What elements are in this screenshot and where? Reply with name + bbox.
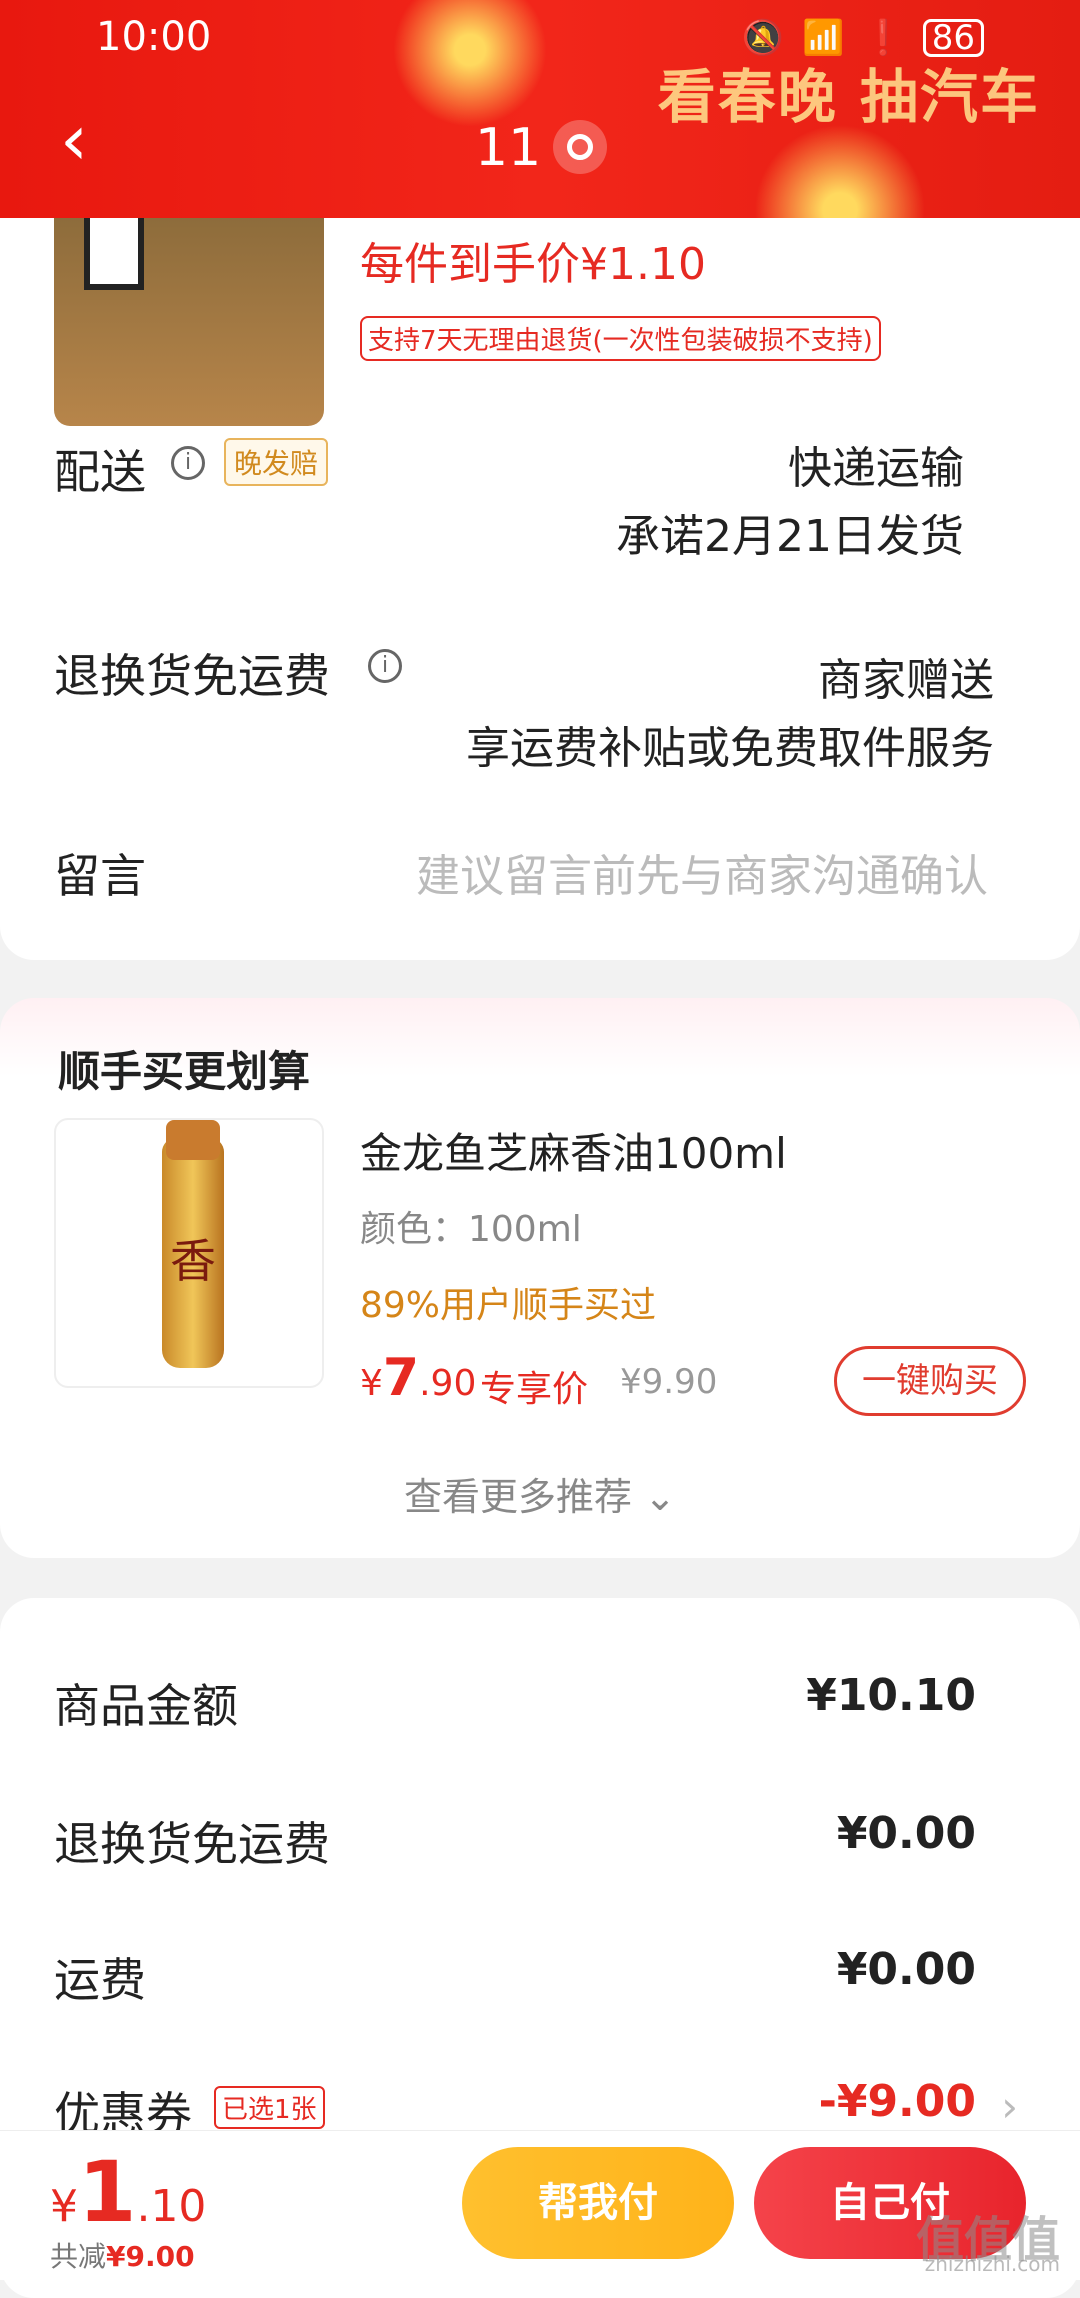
recommend-buyers-rate: 89%用户顺手买过 [360, 1285, 657, 1326]
location-pin-icon[interactable] [553, 120, 607, 174]
more-recommend-link[interactable]: 查看更多推荐 ⌄ [0, 1466, 1080, 1521]
saved-label: 共减 [50, 2240, 107, 2273]
coupon-value[interactable]: -¥9.00 [819, 2076, 976, 2127]
saved-value: ¥9.00 [106, 2240, 195, 2273]
message-input[interactable]: 建议留言前先与商家沟通确认 [416, 840, 988, 904]
freight-value: ¥0.00 [836, 1944, 976, 1995]
coupon-selected-tag: 已选1张 [214, 2086, 325, 2129]
top-header: 10:00 🔕 📶 ❗ 86 看春晚 抽汽车 ‹ 11 [0, 0, 1080, 218]
message-label: 留言 [54, 849, 146, 903]
page-title: 11 [475, 118, 542, 178]
total-price: ¥1.10 [50, 2143, 206, 2241]
exclusive-price-label: 专享价 [480, 1369, 589, 1410]
recommend-product-image[interactable]: 香 [54, 1118, 324, 1388]
saved-amount: 共减¥9.00 [50, 2235, 195, 2275]
promo-banner[interactable]: 看春晚 抽汽车 [658, 50, 1040, 134]
recommend-product-name[interactable]: 金龙鱼芝麻香油100ml [360, 1120, 787, 1181]
watermark-url: zhizhizhi.com [924, 2252, 1060, 2276]
currency-symbol: ¥ [50, 2181, 78, 2232]
one-click-buy-button[interactable]: 一键购买 [834, 1346, 1026, 1416]
return-policy-tag: 支持7天无理由退货(一次性包装破损不支持) [360, 316, 881, 361]
oil-label-text: 香 [170, 1234, 216, 1288]
goods-amount-value: ¥10.10 [806, 1670, 976, 1721]
freight-label: 运费 [54, 1953, 146, 2007]
unit-final-price: 每件到手价¥1.10 [360, 239, 706, 290]
recommend-title: 顺手买更划算 [58, 1047, 311, 1096]
status-time: 10:00 [96, 14, 212, 60]
friend-pay-button[interactable]: 帮我付 [462, 2147, 734, 2259]
return-fee-value: ¥0.00 [836, 1808, 976, 1859]
currency-symbol: ¥ [360, 1363, 383, 1404]
recommend-product-spec: 颜色：100ml [360, 1209, 582, 1250]
total-dec: .10 [136, 2181, 207, 2232]
return-fee-label: 退换货免运费 [54, 1817, 330, 1871]
chevron-right-icon[interactable]: › [1001, 2082, 1018, 2131]
original-price: ¥9.90 [620, 1362, 718, 1402]
recommend-price: ¥7.90 [360, 1348, 476, 1408]
order-details-card: 每件到手价¥1.10 支持7天无理由退货(一次性包装破损不支持) 配送 i 晚发… [0, 160, 1080, 960]
return-shipping-detail: 享运费补贴或免费取件服务 [466, 723, 994, 774]
delivery-method: 快递运输 [788, 443, 964, 494]
product-image[interactable] [54, 200, 324, 426]
price-dec: .90 [419, 1363, 477, 1404]
recommend-card: 顺手买更划算 香 金龙鱼芝麻香油100ml 颜色：100ml 89%用户顺手买过… [0, 998, 1080, 1558]
back-button[interactable]: ‹ [60, 105, 100, 180]
goods-amount-label: 商品金额 [54, 1679, 238, 1733]
late-compensation-tag: 晚发赔 [224, 438, 329, 486]
total-int: 1 [78, 2143, 137, 2241]
oil-cap-graphic [166, 1120, 220, 1160]
shipping-promise: 承诺2月21日发货 [616, 511, 964, 562]
return-shipping-value: 商家赠送 [818, 655, 994, 706]
delivery-label: 配送 [54, 445, 146, 499]
price-int: 7 [382, 1348, 420, 1408]
info-icon[interactable]: i [171, 446, 205, 480]
info-icon[interactable]: i [368, 649, 402, 683]
return-shipping-label: 退换货免运费 [54, 649, 330, 703]
